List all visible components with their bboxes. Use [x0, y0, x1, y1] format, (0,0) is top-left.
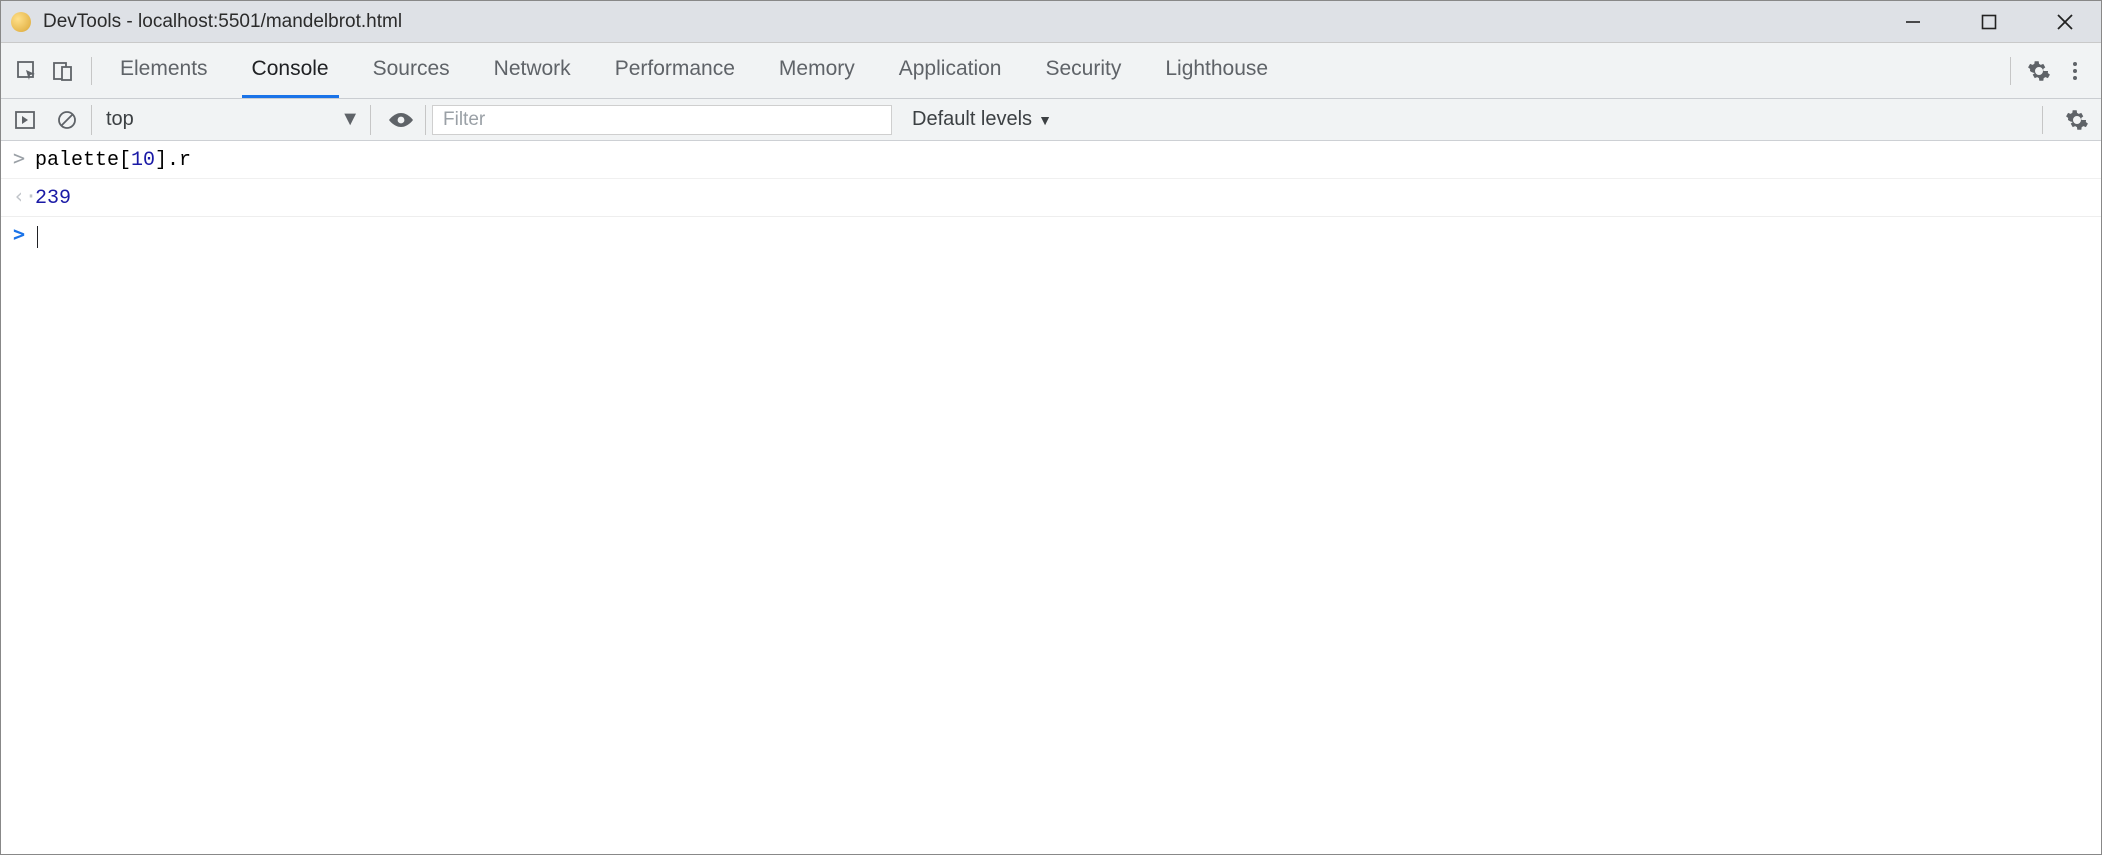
prompt-active-icon: >	[13, 220, 35, 248]
close-button[interactable]	[2045, 2, 2085, 42]
window-title: DevTools - localhost:5501/mandelbrot.htm…	[43, 11, 1893, 33]
tab-label: Security	[1045, 57, 1121, 81]
caret-down-icon: ▼	[1038, 112, 1052, 128]
tab-label: Console	[252, 57, 329, 81]
console-code: palette[10].r	[35, 147, 191, 175]
text-cursor	[37, 226, 38, 248]
device-icon	[51, 59, 75, 83]
devtools-tabs-bar: Elements Console Sources Network Perform…	[1, 43, 2101, 99]
toggle-sidebar-button[interactable]	[7, 102, 43, 138]
console-settings-button[interactable]	[2059, 102, 2095, 138]
tab-elements[interactable]: Elements	[110, 43, 218, 98]
console-input-line[interactable]	[35, 223, 38, 251]
levels-label: Default levels	[912, 108, 1032, 131]
console-entry-output: ‹· 239	[1, 179, 2101, 217]
clear-icon	[56, 109, 78, 131]
console-prompt-row[interactable]: >	[1, 217, 2101, 254]
tab-label: Sources	[373, 57, 450, 81]
context-label: top	[106, 108, 134, 131]
settings-button[interactable]	[2021, 53, 2057, 89]
console-toolbar: top ▼ Default levels ▼	[1, 99, 2101, 141]
tabsbar-right-icons	[2000, 53, 2093, 89]
separator	[2010, 57, 2011, 85]
execution-context-selector[interactable]: top ▼	[91, 105, 371, 135]
create-live-expression-button[interactable]	[387, 102, 415, 138]
tab-network[interactable]: Network	[484, 43, 581, 98]
close-icon	[2055, 12, 2075, 32]
tab-security[interactable]: Security	[1035, 43, 1131, 98]
separator	[2042, 106, 2043, 134]
devtools-favicon	[11, 12, 31, 32]
tab-sources[interactable]: Sources	[363, 43, 460, 98]
caret-down-icon: ▼	[340, 108, 360, 131]
tab-label: Application	[899, 57, 1002, 81]
tab-label: Elements	[120, 57, 208, 81]
prompt-input-icon: >	[13, 144, 35, 172]
code-number: 10	[131, 149, 155, 172]
tab-lighthouse[interactable]: Lighthouse	[1155, 43, 1278, 98]
eye-icon	[387, 110, 415, 130]
tab-label: Network	[494, 57, 571, 81]
gear-icon	[2065, 108, 2089, 132]
inspect-element-button[interactable]	[9, 53, 45, 89]
window-controls	[1893, 2, 2085, 42]
console-result: 239	[35, 185, 71, 213]
tab-memory[interactable]: Memory	[769, 43, 865, 98]
inspect-icon	[15, 59, 39, 83]
kebab-icon	[2064, 60, 2086, 82]
tab-application[interactable]: Application	[889, 43, 1012, 98]
panel-tabs: Elements Console Sources Network Perform…	[110, 43, 2000, 98]
code-text: palette[	[35, 149, 131, 172]
tab-console[interactable]: Console	[242, 43, 339, 98]
console-output[interactable]: > palette[10].r ‹· 239 >	[1, 141, 2101, 854]
filter-input[interactable]	[432, 105, 892, 135]
titlebar: DevTools - localhost:5501/mandelbrot.htm…	[1, 1, 2101, 43]
gear-icon	[2027, 59, 2051, 83]
tab-label: Memory	[779, 57, 855, 81]
console-entry-input: > palette[10].r	[1, 141, 2101, 179]
code-text: ].r	[155, 149, 191, 172]
tab-label: Performance	[615, 57, 735, 81]
device-toolbar-button[interactable]	[45, 53, 81, 89]
devtools-window: DevTools - localhost:5501/mandelbrot.htm…	[0, 0, 2102, 855]
minimize-button[interactable]	[1893, 2, 1933, 42]
sidebar-icon	[14, 109, 36, 131]
more-menu-button[interactable]	[2057, 53, 2093, 89]
tab-label: Lighthouse	[1165, 57, 1268, 81]
log-levels-selector[interactable]: Default levels ▼	[912, 108, 1052, 131]
tab-performance[interactable]: Performance	[605, 43, 745, 98]
clear-console-button[interactable]	[49, 102, 85, 138]
maximize-button[interactable]	[1969, 2, 2009, 42]
prompt-output-icon: ‹·	[13, 182, 35, 210]
minimize-icon	[1904, 13, 1922, 31]
maximize-icon	[1980, 13, 1998, 31]
separator	[91, 57, 92, 85]
live-expression-wrap	[377, 105, 426, 135]
